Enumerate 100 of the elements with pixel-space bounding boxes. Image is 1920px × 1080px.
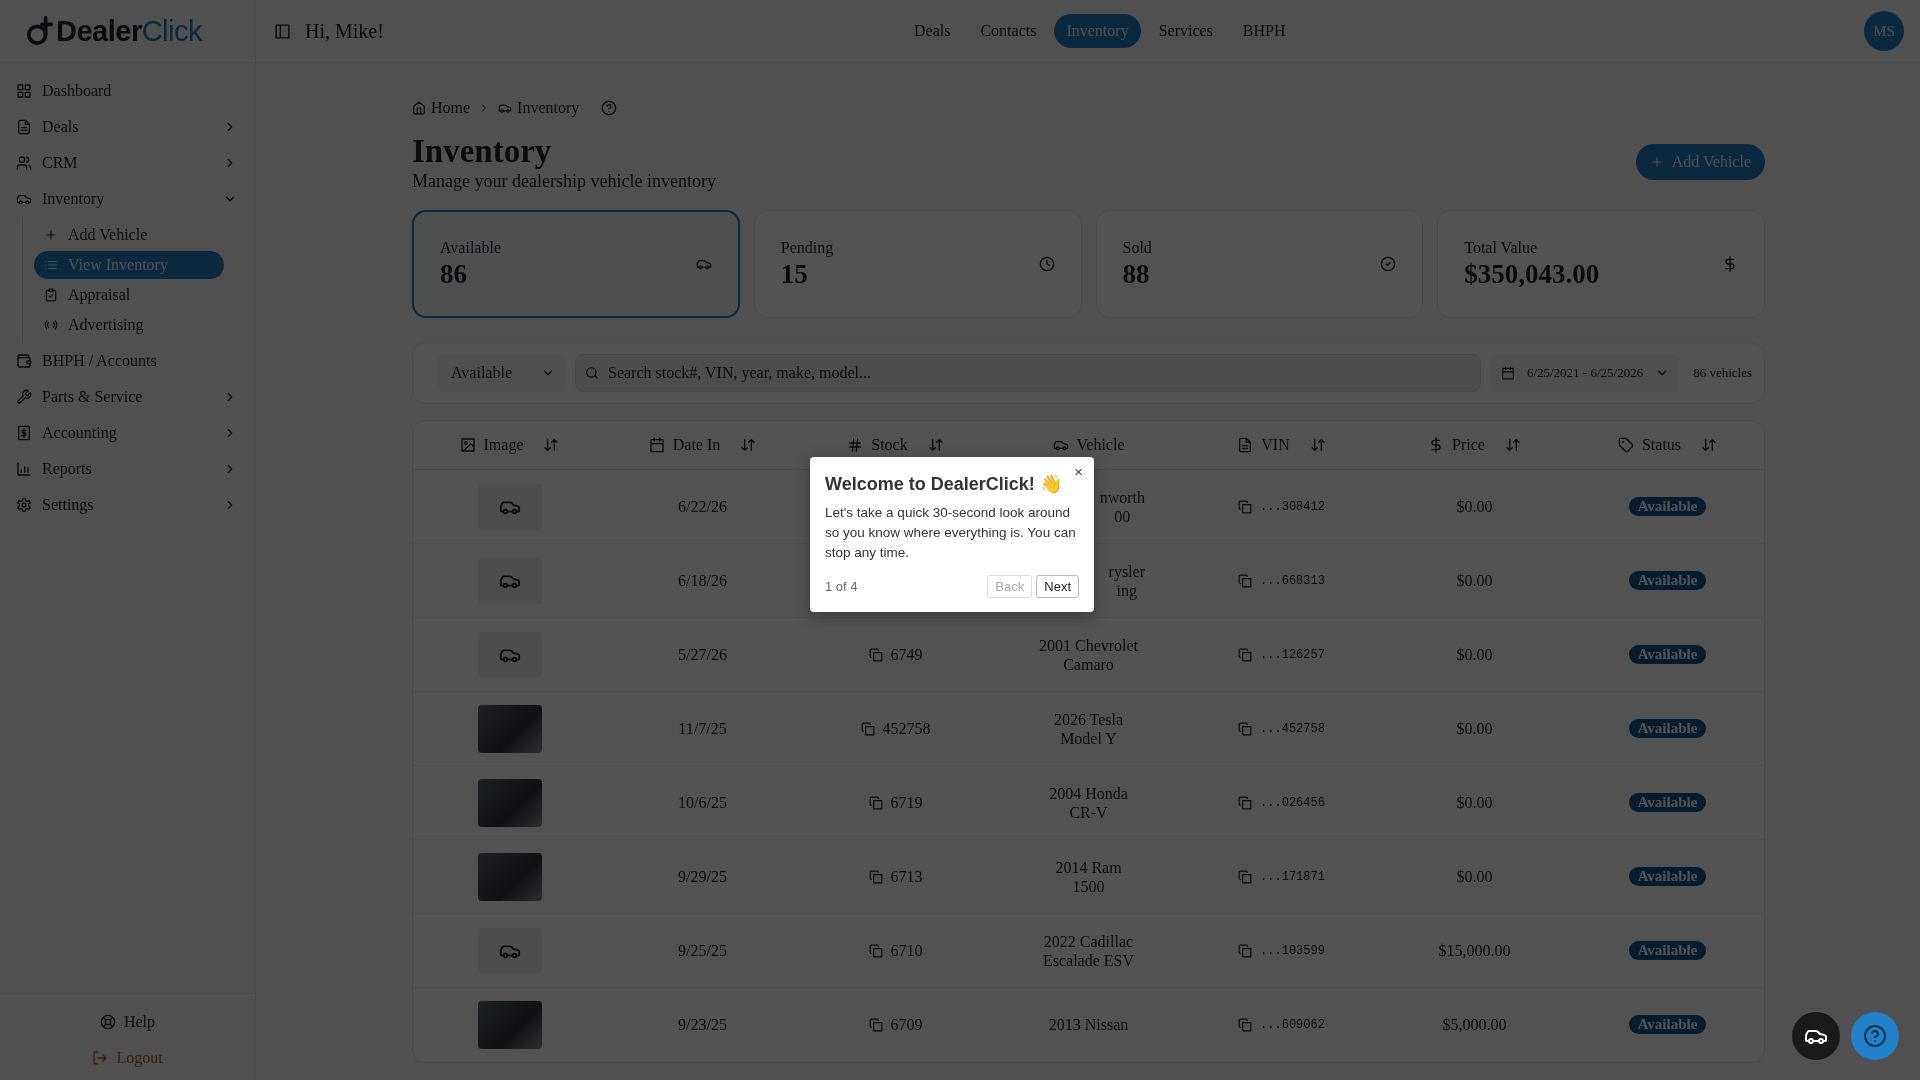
sidebar-subitem[interactable]: Add Vehicle	[34, 221, 224, 249]
sort-icon[interactable]	[1701, 437, 1718, 453]
clock-icon	[1038, 256, 1055, 272]
copy-icon[interactable]	[1238, 795, 1253, 810]
help-floating-button[interactable]	[1851, 1012, 1899, 1060]
list-icon	[44, 258, 58, 272]
nav-tab[interactable]: Deals	[902, 14, 963, 48]
sidebar-item[interactable]: Dashboard	[12, 73, 243, 109]
stat-value: 15	[780, 258, 809, 290]
car-floating-button[interactable]	[1792, 1012, 1840, 1060]
sidebar-subitem[interactable]: View Inventory	[34, 251, 224, 279]
price-cell: $0.00	[1456, 867, 1493, 886]
vin-number: ...103599	[1260, 943, 1325, 958]
copy-icon[interactable]	[868, 869, 883, 884]
stock-number: 6749	[890, 645, 923, 664]
add-vehicle-button[interactable]: Add Vehicle	[1635, 143, 1765, 180]
status-badge: Available	[1628, 867, 1707, 886]
sort-icon[interactable]	[740, 437, 757, 453]
sort-icon[interactable]	[1309, 437, 1326, 453]
copy-icon[interactable]	[1238, 647, 1253, 662]
nav-tab[interactable]: BHPH	[1230, 14, 1298, 48]
copy-icon[interactable]	[868, 795, 883, 810]
users-icon	[16, 155, 32, 171]
date-cell: 9/29/25	[678, 867, 727, 886]
status-badge: Available	[1628, 571, 1707, 590]
copy-icon[interactable]	[1238, 943, 1253, 958]
sidebar-item[interactable]: Settings	[12, 487, 243, 523]
sort-icon[interactable]	[543, 437, 560, 453]
greeting: Hi, Mike!	[305, 19, 384, 43]
price-cell: $5,000.00	[1442, 1015, 1507, 1034]
column-header[interactable]: Image	[413, 421, 606, 469]
stat-value: $350,043.00	[1464, 258, 1600, 290]
vin-number: ...026456	[1260, 795, 1325, 810]
stat-card[interactable]: Available 86	[412, 210, 740, 318]
sidebar-item[interactable]: Deals	[12, 109, 243, 145]
stock-number: 6713	[890, 867, 923, 886]
sidebar-item[interactable]: BHPH / Accounts	[12, 343, 243, 379]
document-icon	[1237, 437, 1254, 453]
sidebar-toggle-icon[interactable]	[274, 22, 291, 40]
nav-tab[interactable]: Contacts	[968, 14, 1049, 48]
status-badge: Available	[1628, 1015, 1707, 1034]
plus-icon	[1649, 154, 1664, 169]
help-icon[interactable]	[601, 100, 618, 116]
column-header[interactable]: VIN	[1185, 421, 1378, 469]
tag-icon	[1617, 437, 1634, 453]
stat-label: Pending	[780, 238, 834, 257]
dollar-icon	[1722, 256, 1738, 272]
sidebar-item[interactable]: Inventory	[12, 181, 243, 217]
stat-card[interactable]: Pending 15	[753, 210, 1082, 318]
sort-icon[interactable]	[1504, 437, 1521, 453]
sidebar-item[interactable]: CRM	[12, 145, 243, 181]
nav-tab[interactable]: Inventory	[1054, 14, 1141, 48]
sidebar-subitem[interactable]: Appraisal	[34, 281, 224, 309]
column-header[interactable]: Price	[1378, 421, 1571, 469]
copy-icon[interactable]	[868, 647, 883, 662]
vehicle-name: 2026 Tesla Model Y	[1053, 709, 1124, 748]
stock-number: 6719	[890, 793, 923, 812]
search-field[interactable]: Search stock#, VIN, year, make, model...	[575, 354, 1481, 392]
price-cell: $0.00	[1456, 719, 1493, 738]
nav-tab[interactable]: Services	[1146, 14, 1225, 48]
user-avatar[interactable]: MS	[1864, 11, 1904, 51]
sidebar-subitem[interactable]: Advertising	[34, 311, 224, 339]
date-cell: 5/27/26	[678, 645, 727, 664]
copy-icon[interactable]	[1238, 721, 1253, 736]
copy-icon[interactable]	[860, 721, 875, 736]
date-cell: 6/22/26	[678, 497, 727, 516]
sidebar-item[interactable]: Accounting	[12, 415, 243, 451]
breadcrumb-link[interactable]: Home	[412, 99, 471, 117]
stat-card[interactable]: Sold 88	[1095, 210, 1424, 318]
copy-icon[interactable]	[868, 1017, 883, 1032]
help-link[interactable]: Help	[99, 1008, 156, 1036]
photo-placeholder	[477, 852, 542, 901]
column-header[interactable]: Status	[1571, 421, 1764, 469]
popup-title: Welcome to DealerClick! 👋	[825, 473, 1063, 495]
sidebar-item[interactable]: Parts & Service	[12, 379, 243, 415]
broadcast-icon	[44, 318, 58, 332]
sidebar-item[interactable]: Reports	[12, 451, 243, 487]
copy-icon[interactable]	[1238, 869, 1253, 884]
home-icon	[412, 101, 426, 115]
photo-placeholder	[477, 778, 542, 827]
stock-number: 6710	[890, 941, 923, 960]
column-header[interactable]: Date In	[606, 421, 799, 469]
logout-link[interactable]: Logout	[92, 1044, 163, 1072]
stat-card[interactable]: Total Value $350,043.00	[1437, 210, 1765, 318]
hash-icon	[847, 437, 864, 453]
price-cell: $0.00	[1456, 497, 1493, 516]
copy-icon[interactable]	[1238, 573, 1253, 588]
copy-icon[interactable]	[1238, 1017, 1253, 1032]
copy-icon[interactable]	[868, 943, 883, 958]
stock-number: 452758	[882, 719, 931, 738]
column-header[interactable]: Stock	[799, 421, 992, 469]
date-cell: 10/6/25	[678, 793, 727, 812]
dollar-icon	[16, 425, 32, 441]
vehicle-name: nworth 00	[1099, 487, 1145, 526]
next-button[interactable]: Next	[1036, 575, 1079, 598]
breadcrumb-link[interactable]: Inventory	[498, 99, 580, 117]
settings-icon	[16, 497, 32, 513]
image-icon	[459, 437, 476, 453]
copy-icon[interactable]	[1238, 499, 1253, 514]
sort-icon[interactable]	[927, 437, 944, 453]
